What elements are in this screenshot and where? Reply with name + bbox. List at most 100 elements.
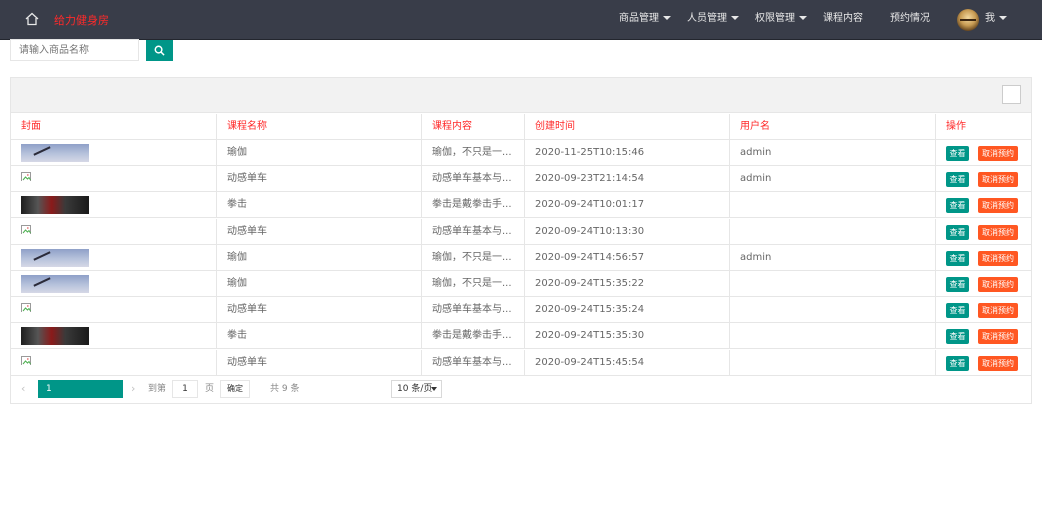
nav-label: 课程内容 (823, 13, 863, 24)
broken-image-icon (21, 222, 33, 234)
column-header-username[interactable]: 用户名 (730, 114, 936, 140)
page-size-select[interactable]: 10 条/页 (391, 380, 442, 398)
nav-label: 权限管理 (755, 13, 795, 24)
cell-course-content: 瑜伽，不只是一... (422, 140, 525, 166)
table-row: 动感单车 动感单车基本与... 2020-09-24T15:45:54 查看 取消预约 (11, 349, 1031, 376)
column-header-course-name[interactable]: 课程名称 (217, 114, 422, 140)
cell-created-time: 2020-09-24T10:13:30 (525, 218, 730, 245)
view-button[interactable]: 查看 (946, 250, 969, 266)
cell-cover (11, 323, 217, 350)
view-button[interactable]: 查看 (946, 146, 969, 161)
cell-username: admin (730, 166, 936, 193)
view-button[interactable]: 查看 (946, 277, 969, 292)
nav-item-personnel-management[interactable]: 人员管理 (687, 0, 739, 40)
search-button[interactable] (146, 40, 173, 61)
view-button[interactable]: 查看 (946, 224, 969, 240)
cancel-reservation-button[interactable]: 取消预约 (978, 250, 1018, 266)
cell-course-name: 动感单车 (217, 218, 422, 245)
cell-actions: 查看 取消预约 (936, 140, 1031, 166)
cell-course-name: 动感单车 (217, 349, 422, 376)
view-button[interactable]: 查看 (946, 172, 969, 188)
cell-cover (11, 218, 217, 245)
nav-item-course-content[interactable]: 课程内容 (823, 0, 863, 40)
cell-username (730, 349, 936, 376)
goto-confirm-button[interactable]: 确定 (220, 380, 250, 398)
cancel-reservation-button[interactable]: 取消预约 (978, 198, 1018, 214)
table-row: 动感单车 动感单车基本与... 2020-09-24T10:13:30 查看 取消预约 (11, 218, 1031, 245)
brand-logo[interactable]: 给力健身房 (54, 12, 109, 28)
course-cover-image (21, 327, 89, 346)
column-header-cover[interactable]: 封面 (11, 114, 217, 140)
toolbar-filter-icon[interactable] (1002, 85, 1021, 104)
table-row: 瑜伽 瑜伽，不只是一... 2020-11-25T10:15:46 admin 查看 取消… (11, 140, 1031, 166)
broken-image-icon (21, 169, 33, 182)
column-header-created-time[interactable]: 创建时间 (525, 114, 730, 140)
cell-username: admin (730, 140, 936, 166)
cancel-reservation-button[interactable]: 取消预约 (978, 355, 1018, 371)
view-button[interactable]: 查看 (946, 329, 969, 345)
cancel-reservation-button[interactable]: 取消预约 (978, 277, 1018, 292)
chevron-down-icon (431, 387, 437, 391)
cell-course-content: 瑜伽，不只是一... (422, 244, 525, 271)
course-cover-image (21, 196, 89, 215)
nav-item-permission-management[interactable]: 权限管理 (755, 0, 807, 40)
cell-actions: 查看 取消预约 (936, 323, 1031, 349)
cell-actions: 查看 取消预约 (936, 219, 1031, 245)
avatar[interactable] (957, 9, 979, 31)
home-icon[interactable] (24, 11, 40, 27)
course-cover-image (21, 144, 89, 162)
cell-course-content: 动感单车基本与... (422, 218, 525, 245)
broken-image-icon (21, 300, 33, 313)
table-toolbar (11, 78, 1031, 113)
cell-cover (11, 349, 217, 376)
cancel-reservation-button[interactable]: 取消预约 (978, 329, 1018, 345)
cell-cover (11, 192, 217, 219)
pagination: ‹ 1 › 到第 1 页 确定 共 9 条 10 条/页 (11, 376, 1031, 404)
user-menu[interactable]: 我 (985, 0, 1007, 40)
current-page[interactable]: 1 (38, 380, 123, 398)
goto-page-input[interactable]: 1 (172, 380, 198, 398)
cancel-reservation-button[interactable]: 取消预约 (978, 303, 1018, 319)
cell-course-name: 瑜伽 (217, 140, 422, 166)
cell-username (730, 297, 936, 324)
goto-label: 到第 (148, 384, 167, 394)
cell-actions: 查看 取消预约 (936, 350, 1031, 376)
cell-actions: 查看 取消预约 (936, 271, 1031, 297)
top-navbar: 给力健身房 商品管理 人员管理 权限管理 课程内容 预约情况 我 (0, 0, 1042, 40)
cell-course-content: 动感单车基本与... (422, 166, 525, 193)
nav-item-reservations[interactable]: 预约情况 (890, 0, 930, 40)
chevron-down-icon (731, 16, 739, 20)
cell-cover (11, 297, 217, 324)
table-row: 瑜伽 瑜伽，不只是一... 2020-09-24T14:56:57 admin 查看 取消… (11, 244, 1031, 271)
view-button[interactable]: 查看 (946, 355, 969, 371)
column-header-actions: 操作 (946, 121, 966, 132)
cell-created-time: 2020-09-24T15:35:24 (525, 297, 730, 324)
cell-created-time: 2020-09-24T15:45:54 (525, 349, 730, 376)
search-icon (154, 45, 165, 56)
nav-label: 预约情况 (890, 13, 930, 24)
cell-created-time: 2020-09-24T10:01:17 (525, 192, 730, 219)
nav-label: 商品管理 (619, 13, 659, 24)
cell-course-name: 瑜伽 (217, 244, 422, 271)
cell-created-time: 2020-09-24T14:56:57 (525, 244, 730, 271)
cell-course-content: 瑜伽，不只是一... (422, 271, 525, 297)
search-input[interactable] (10, 39, 139, 61)
cell-course-name: 动感单车 (217, 297, 422, 324)
cell-created-time: 2020-09-24T15:35:22 (525, 271, 730, 297)
nav-item-product-management[interactable]: 商品管理 (619, 0, 671, 40)
table-row: 瑜伽 瑜伽，不只是一... 2020-09-24T15:35:22 查看 取消预约 (11, 271, 1031, 297)
cell-course-content: 拳击是戴拳击手... (422, 323, 525, 350)
table-row: 动感单车 动感单车基本与... 2020-09-24T15:35:24 查看 取消预约 (11, 297, 1031, 324)
cancel-reservation-button[interactable]: 取消预约 (978, 172, 1018, 188)
cancel-reservation-button[interactable]: 取消预约 (978, 146, 1018, 161)
cancel-reservation-button[interactable]: 取消预约 (978, 224, 1018, 240)
column-header-course-content[interactable]: 课程内容 (422, 114, 525, 140)
cell-course-content: 动感单车基本与... (422, 349, 525, 376)
view-button[interactable]: 查看 (946, 198, 969, 214)
cell-actions: 查看 取消预约 (936, 245, 1031, 271)
view-button[interactable]: 查看 (946, 303, 969, 319)
chevron-down-icon (663, 16, 671, 20)
user-menu-label: 我 (985, 13, 995, 24)
chevron-right-icon[interactable]: › (131, 382, 135, 395)
chevron-left-icon[interactable]: ‹ (21, 382, 25, 395)
